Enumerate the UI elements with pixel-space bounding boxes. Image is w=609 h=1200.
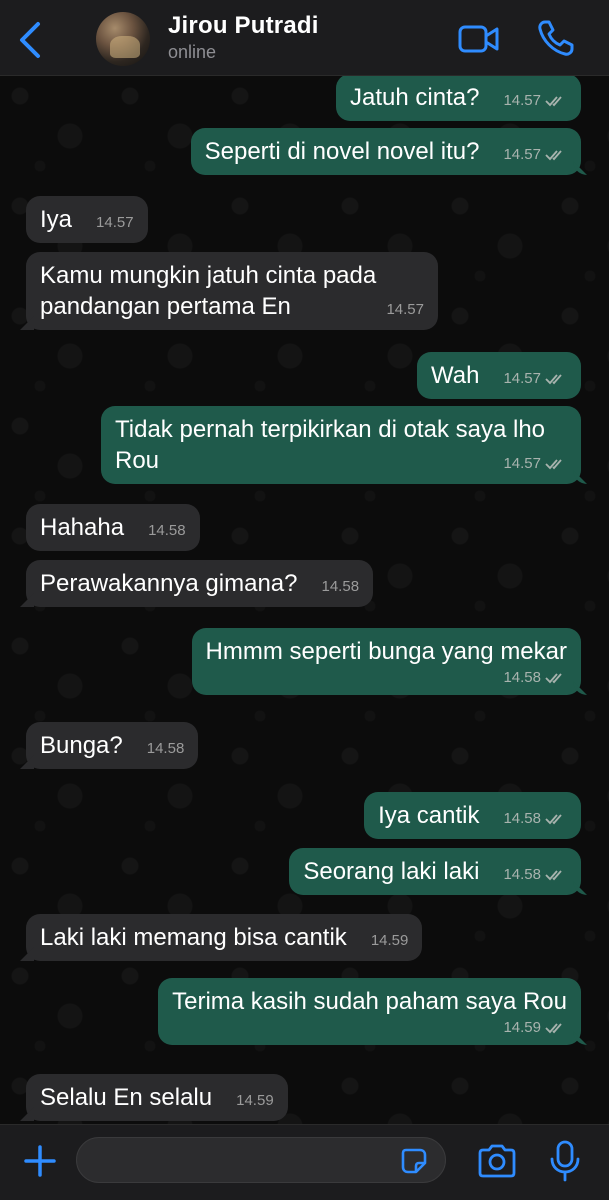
message-meta: 14.58 bbox=[322, 578, 360, 596]
message-incoming[interactable]: Laki laki memang bisa cantik 14.59 bbox=[26, 914, 423, 961]
message-meta: 14.58 bbox=[503, 866, 567, 884]
message-text: Terima kasih sudah paham saya Rou bbox=[172, 988, 567, 1015]
message-time: 14.57 bbox=[386, 301, 424, 318]
message-outgoing[interactable]: Iya cantik 14.58 bbox=[364, 792, 581, 839]
message-meta: 14.59 bbox=[371, 932, 409, 950]
message-outgoing[interactable]: Seperti di novel novel itu? 14.57 bbox=[190, 128, 581, 175]
message-text: Perawakannya gimana? bbox=[40, 570, 298, 597]
message-text: Seorang laki laki bbox=[303, 858, 480, 885]
message-meta: 14.57 bbox=[503, 455, 567, 473]
back-button[interactable] bbox=[14, 20, 48, 60]
message-incoming[interactable]: Hahaha 14.58 bbox=[26, 504, 200, 551]
double-check-icon bbox=[545, 673, 562, 684]
chat-header: Jirou Putradi online bbox=[0, 0, 609, 76]
message-incoming[interactable]: Iya 14.57 bbox=[26, 196, 148, 243]
attach-button[interactable] bbox=[20, 1141, 60, 1181]
message-incoming[interactable]: Selalu En selalu 14.59 bbox=[26, 1074, 288, 1121]
message-time: 14.58 bbox=[148, 522, 186, 539]
message-outgoing[interactable]: Terima kasih sudah paham saya Rou 14.59 bbox=[158, 978, 581, 1045]
message-time: 14.57 bbox=[503, 92, 541, 109]
camera-icon bbox=[478, 1144, 516, 1178]
message-meta: 14.57 bbox=[386, 301, 424, 319]
message-composer bbox=[0, 1124, 609, 1200]
message-text: Jatuh cinta? bbox=[350, 84, 480, 111]
message-text: Iya cantik bbox=[378, 802, 480, 829]
message-time: 14.57 bbox=[96, 214, 134, 231]
message-outgoing[interactable]: Hmmm seperti bunga yang mekar 14.58 bbox=[191, 628, 581, 695]
message-text: Wah bbox=[430, 362, 480, 389]
message-meta: 14.59 bbox=[236, 1092, 274, 1110]
double-check-icon bbox=[545, 150, 562, 161]
message-list[interactable]: Jatuh cinta? 14.57 Seperti di novel nove… bbox=[0, 76, 609, 1124]
message-meta: 14.58 bbox=[503, 669, 567, 687]
double-check-icon bbox=[545, 374, 562, 385]
message-meta: 14.57 bbox=[503, 370, 567, 388]
double-check-icon bbox=[545, 1023, 562, 1034]
video-call-button[interactable] bbox=[458, 22, 500, 56]
message-incoming[interactable]: Kamu mungkin jatuh cinta pada pandangan … bbox=[26, 252, 438, 330]
message-text: Iya bbox=[40, 206, 73, 233]
message-meta: 14.59 bbox=[503, 1019, 567, 1037]
message-incoming[interactable]: Bunga? 14.58 bbox=[26, 722, 199, 769]
message-outgoing[interactable]: Jatuh cinta? 14.57 bbox=[336, 76, 581, 121]
double-check-icon bbox=[545, 814, 562, 825]
message-time: 14.59 bbox=[236, 1092, 274, 1109]
contact-status: online bbox=[168, 42, 217, 62]
contact-name[interactable]: Jirou Putradi bbox=[168, 12, 319, 40]
message-incoming[interactable]: Perawakannya gimana? 14.58 bbox=[26, 560, 374, 607]
message-meta: 14.57 bbox=[503, 146, 567, 164]
message-time: 14.57 bbox=[503, 146, 541, 163]
message-meta: 14.57 bbox=[96, 214, 134, 232]
message-time: 14.59 bbox=[503, 1019, 541, 1036]
double-check-icon bbox=[545, 96, 562, 107]
message-meta: 14.58 bbox=[147, 740, 185, 758]
message-input[interactable] bbox=[76, 1137, 446, 1183]
message-text: Laki laki memang bisa cantik bbox=[40, 924, 347, 951]
message-meta: 14.57 bbox=[503, 92, 567, 110]
message-text: Bunga? bbox=[40, 732, 123, 759]
message-text: Hmmm seperti bunga yang mekar bbox=[205, 638, 567, 665]
message-outgoing[interactable]: Tidak pernah terpikirkan di otak saya lh… bbox=[101, 406, 581, 484]
sticker-icon bbox=[401, 1148, 427, 1174]
sticker-button[interactable] bbox=[400, 1147, 428, 1175]
message-time: 14.59 bbox=[370, 932, 409, 949]
message-outgoing[interactable]: Seorang laki laki 14.58 bbox=[289, 848, 581, 895]
message-text: Hahaha bbox=[40, 514, 125, 541]
message-meta: 14.58 bbox=[148, 522, 186, 540]
message-meta: 14.58 bbox=[503, 810, 567, 828]
avatar[interactable] bbox=[96, 12, 150, 66]
microphone-button[interactable] bbox=[548, 1139, 582, 1183]
message-time: 14.58 bbox=[146, 740, 185, 757]
voice-call-button[interactable] bbox=[536, 18, 578, 58]
message-time: 14.58 bbox=[321, 578, 360, 595]
message-outgoing[interactable]: Wah 14.57 bbox=[416, 352, 581, 399]
camera-button[interactable] bbox=[476, 1143, 518, 1179]
message-text: Kamu mungkin jatuh cinta pada pandangan … bbox=[40, 262, 377, 320]
message-time: 14.58 bbox=[503, 866, 541, 883]
message-text: Seperti di novel novel itu? bbox=[204, 138, 480, 165]
phone-icon bbox=[538, 20, 574, 56]
plus-icon bbox=[24, 1145, 56, 1177]
message-text: Tidak pernah terpikirkan di otak saya lh… bbox=[115, 416, 546, 474]
double-check-icon bbox=[545, 459, 562, 470]
message-text: Selalu En selalu bbox=[40, 1084, 213, 1111]
double-check-icon bbox=[545, 870, 562, 881]
message-time: 14.58 bbox=[503, 810, 541, 827]
message-time: 14.57 bbox=[503, 370, 541, 387]
message-time: 14.57 bbox=[503, 455, 541, 472]
microphone-icon bbox=[550, 1140, 580, 1182]
chevron-left-icon bbox=[20, 22, 40, 58]
video-camera-icon bbox=[458, 25, 499, 53]
message-time: 14.58 bbox=[503, 669, 541, 686]
